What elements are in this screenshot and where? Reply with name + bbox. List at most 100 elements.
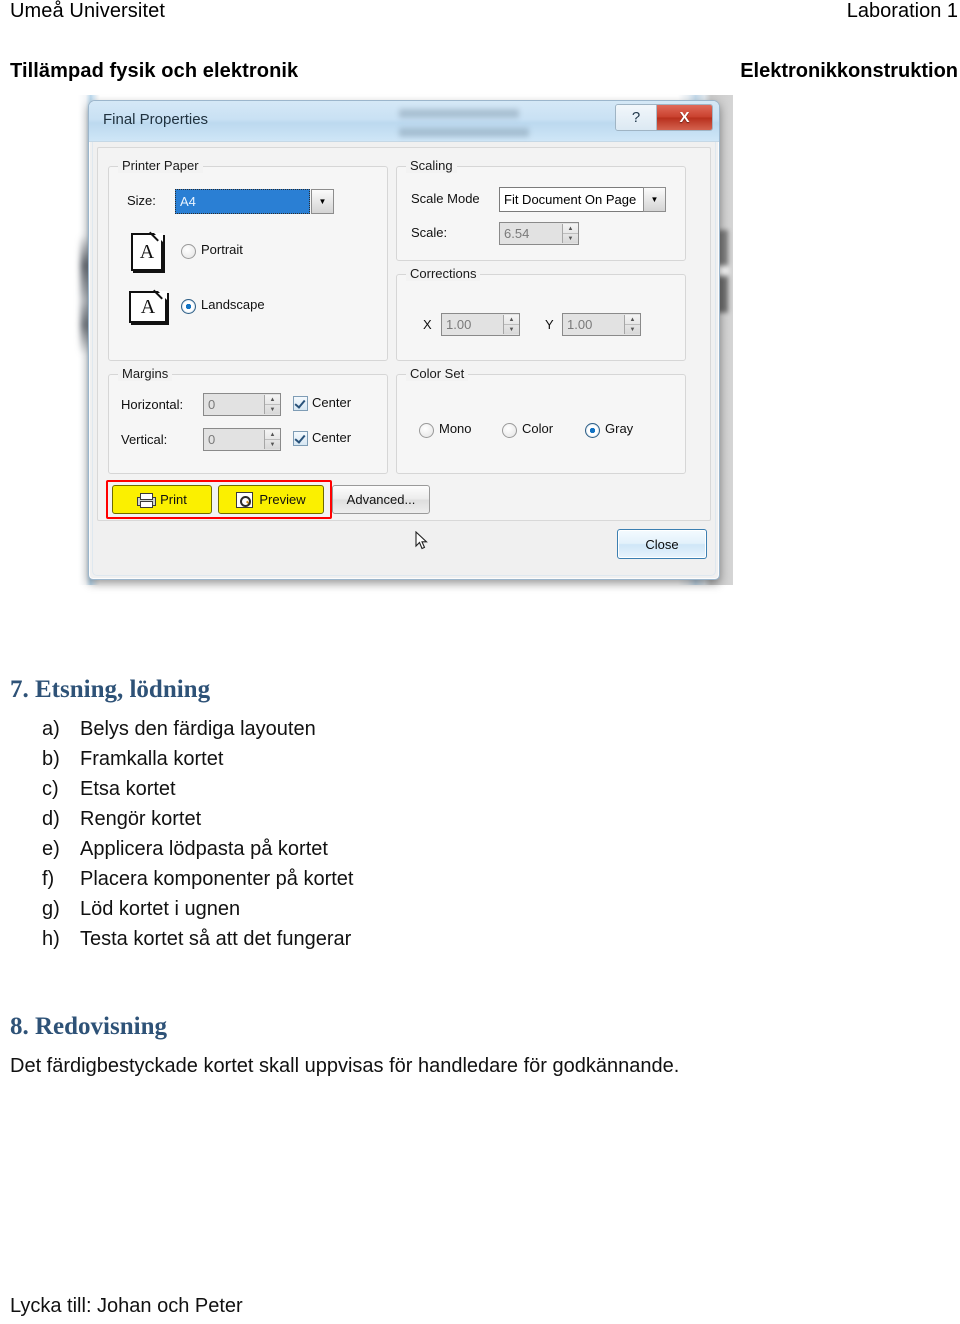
- page-header: Umeå Universitet Laboration 1 Tillämpad …: [0, 0, 960, 82]
- radio-color[interactable]: [502, 423, 517, 438]
- group-scaling: Scaling Scale Mode Fit Document On Page …: [396, 158, 686, 261]
- portrait-icon-foldline: [149, 223, 168, 242]
- group-corrections: Corrections X 1.00 ▲ ▼ Y 1.00 ▲ ▼: [396, 266, 686, 361]
- correction-x-value: 1.00: [446, 317, 472, 332]
- list-item-marker: g): [42, 898, 60, 920]
- label-vertical: Vertical:: [121, 432, 168, 447]
- landscape-page-icon: A: [129, 281, 172, 323]
- section-8-paragraph: Det färdigbestyckade kortet skall uppvis…: [10, 1055, 680, 1077]
- final-properties-dialog: Final Properties ? X Printer Paper Size:…: [88, 100, 720, 580]
- scale-value: 6.54: [504, 226, 530, 241]
- close-button-label: Close: [645, 536, 679, 552]
- list-item-text: Belys den färdiga layouten: [80, 718, 316, 740]
- close-button[interactable]: Close: [617, 529, 707, 559]
- scale-mode-value: Fit Document On Page: [504, 192, 637, 207]
- group-margins: Margins Horizontal: 0 ▲ ▼ Center Vertical…: [108, 366, 388, 474]
- group-color-set: Color Set Mono Color Gray: [396, 366, 686, 474]
- scale-stepper[interactable]: ▲ ▼: [562, 224, 578, 243]
- list-item-marker: f): [42, 868, 55, 890]
- margin-horizontal-stepper[interactable]: ▲ ▼: [264, 395, 280, 414]
- titlebar-blurred-background: [399, 107, 584, 137]
- group-printer-paper: Printer Paper Size: A4 ▼ A Portrait A La…: [108, 158, 388, 361]
- radio-mono[interactable]: [419, 423, 434, 438]
- landscape-icon-foldline: [153, 281, 172, 300]
- paper-size-dropdown-arrow-icon[interactable]: ▼: [311, 189, 334, 214]
- group-legend-margins: Margins: [118, 366, 173, 381]
- paper-size-value: A4: [176, 194, 309, 209]
- header-course: Elektronikkonstruktion: [740, 60, 958, 82]
- label-correction-x: X: [423, 317, 432, 332]
- correction-y-stepper[interactable]: ▲ ▼: [624, 315, 640, 334]
- header-lab-number: Laboration 1: [846, 0, 958, 22]
- scale-mode-dropdown-arrow-icon[interactable]: ▼: [643, 187, 666, 212]
- header-row-2: Tillämpad fysik och elektronik Elektroni…: [0, 60, 960, 90]
- label-vertical-center: Center: [312, 430, 352, 445]
- preview-magnifier-icon: [236, 491, 254, 508]
- dialog-body: Printer Paper Size: A4 ▼ A Portrait A La…: [97, 147, 711, 521]
- radio-portrait[interactable]: [181, 244, 196, 259]
- label-mono: Mono: [439, 421, 472, 436]
- print-button-label: Print: [160, 492, 187, 507]
- window-controls: ? X: [615, 104, 713, 131]
- correction-y-input[interactable]: 1.00 ▲ ▼: [562, 313, 641, 336]
- group-legend-color-set: Color Set: [406, 366, 469, 381]
- preview-button[interactable]: Preview: [218, 485, 324, 514]
- list-item-marker: d): [42, 808, 60, 830]
- list-item-text: Placera komponenter på kortet: [80, 868, 354, 890]
- scale-input[interactable]: 6.54 ▲ ▼: [499, 222, 579, 245]
- paper-size-combobox[interactable]: A4: [175, 189, 310, 214]
- advanced-button-label: Advanced...: [346, 492, 416, 507]
- header-department: Tillämpad fysik och elektronik: [10, 60, 299, 82]
- label-size: Size:: [127, 193, 156, 208]
- label-correction-y: Y: [545, 317, 554, 332]
- help-icon[interactable]: ?: [616, 105, 657, 130]
- label-gray: Gray: [605, 421, 634, 436]
- portrait-icon-glyph: A: [139, 240, 155, 263]
- list-item-marker: e): [42, 838, 60, 860]
- correction-x-input[interactable]: 1.00 ▲ ▼: [441, 313, 520, 336]
- dialog-titlebar[interactable]: Final Properties ? X: [89, 101, 719, 142]
- label-scale-mode: Scale Mode: [411, 191, 480, 206]
- list-item-marker: a): [42, 718, 60, 740]
- label-horizontal-center: Center: [312, 395, 352, 410]
- mouse-cursor-icon: [415, 531, 428, 550]
- list-item-text: Etsa kortet: [80, 778, 176, 800]
- list-item-marker: c): [42, 778, 59, 800]
- correction-x-stepper[interactable]: ▲ ▼: [503, 315, 519, 334]
- header-university: Umeå Universitet: [10, 0, 165, 22]
- label-portrait: Portrait: [201, 242, 243, 257]
- list-item-marker: b): [42, 748, 60, 770]
- checkbox-vertical-center[interactable]: [293, 431, 308, 446]
- correction-y-value: 1.00: [567, 317, 593, 332]
- margin-horizontal-value: 0: [208, 397, 216, 412]
- dialog-footer: Close: [97, 525, 711, 569]
- header-row-1: Umeå Universitet Laboration 1: [0, 0, 960, 30]
- list-item-marker: h): [42, 928, 60, 950]
- print-button[interactable]: Print: [112, 485, 212, 514]
- section-8-heading: 8. Redovisning: [10, 1013, 167, 1040]
- list-item-text: Framkalla kortet: [80, 748, 224, 770]
- advanced-button[interactable]: Advanced...: [332, 485, 430, 514]
- margin-vertical-value: 0: [208, 432, 216, 447]
- label-horizontal: Horizontal:: [121, 397, 184, 412]
- list-item-text: Rengör kortet: [80, 808, 202, 830]
- close-icon[interactable]: X: [657, 105, 712, 130]
- list-item-text: Testa kortet så att det fungerar: [80, 928, 352, 950]
- dialog-title: Final Properties: [103, 111, 209, 128]
- margin-vertical-input[interactable]: 0 ▲ ▼: [203, 428, 281, 451]
- embedded-screenshot: ns ns ns ns ns ns ns Final Properties ? …: [78, 95, 733, 595]
- label-landscape: Landscape: [201, 297, 265, 312]
- portrait-page-icon: A: [131, 223, 168, 271]
- margin-horizontal-input[interactable]: 0 ▲ ▼: [203, 393, 281, 416]
- group-legend-corrections: Corrections: [406, 266, 481, 281]
- radio-gray[interactable]: [585, 423, 600, 438]
- list-item-text: Applicera lödpasta på kortet: [80, 838, 328, 860]
- margin-vertical-stepper[interactable]: ▲ ▼: [264, 430, 280, 449]
- preview-button-label: Preview: [259, 492, 306, 507]
- group-legend-scaling: Scaling: [406, 158, 457, 173]
- checkbox-horizontal-center[interactable]: [293, 396, 308, 411]
- scale-mode-combobox[interactable]: Fit Document On Page: [499, 187, 644, 212]
- section-7-heading: 7. Etsning, lödning: [10, 676, 211, 703]
- label-scale: Scale:: [411, 225, 448, 240]
- radio-landscape[interactable]: [181, 299, 196, 314]
